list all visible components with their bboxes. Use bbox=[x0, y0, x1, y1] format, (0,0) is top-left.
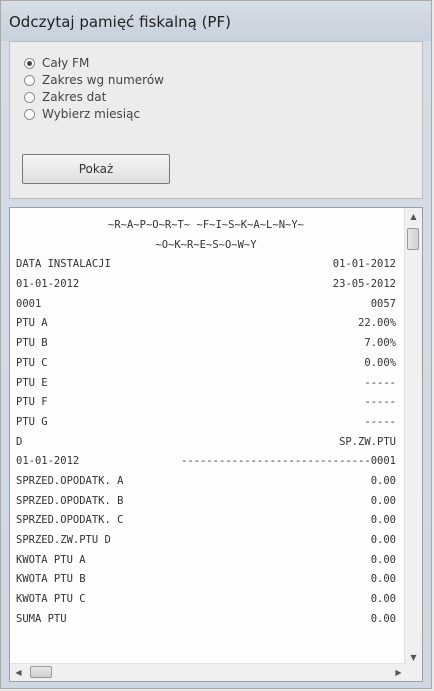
options-panel: Cały FM Zakres wg numerów Zakres dat Wyb… bbox=[9, 41, 423, 199]
report-row: SPRZED.ZW.PTU D 0.00 bbox=[16, 531, 396, 551]
report-row-left: SPRZED.OPODATK. A bbox=[16, 474, 124, 487]
report-row-left: 0001 bbox=[16, 297, 42, 310]
report-row: KWOTA PTU B 0.00 bbox=[16, 570, 396, 590]
radio-icon[interactable] bbox=[24, 91, 35, 103]
report-row-right: ----- bbox=[364, 396, 396, 409]
report-row: SPRZED.OPODATK. B 0.00 bbox=[16, 492, 396, 512]
report-header-1: ~R~A~P~O~R~T~ ~F~I~S~K~A~L~N~Y~ bbox=[108, 219, 304, 231]
report-row-left: PTU A bbox=[16, 317, 48, 330]
report-row: SPRZED.OPODATK. C 0.00 bbox=[16, 511, 396, 531]
scroll-corner bbox=[405, 664, 422, 681]
option-wybierz-miesiac[interactable]: Wybierz miesiąc bbox=[24, 105, 140, 123]
report-row-left: KWOTA PTU C bbox=[16, 593, 86, 606]
report-row-left: KWOTA PTU B bbox=[16, 573, 86, 586]
report-row: 0001 0057 bbox=[16, 295, 396, 315]
report-row-left: PTU B bbox=[16, 337, 48, 350]
report-row-right: 0.00 bbox=[370, 474, 396, 487]
show-button[interactable]: Pokaż bbox=[22, 154, 170, 184]
report-row-right: 0057 bbox=[370, 297, 396, 310]
report-row-right: SP.ZW.PTU bbox=[339, 435, 396, 448]
report-row: 01-01-2012 ------------------------------… bbox=[16, 452, 396, 472]
report-row-left: 01-01-2012 bbox=[16, 278, 80, 291]
report-row: PTU C 0.00% bbox=[16, 354, 396, 374]
option-zakres-wg-numerow[interactable]: Zakres wg numerów bbox=[24, 71, 164, 89]
report-row: SUMA PTU 0.00 bbox=[16, 610, 396, 630]
report-row-left: PTU F bbox=[16, 396, 48, 409]
report-row-right: 0.00 bbox=[370, 514, 396, 527]
report-row-right: 0.00 bbox=[370, 612, 396, 625]
report-row-right: 22.00% bbox=[358, 317, 396, 330]
report-row-right: 01-01-2012 bbox=[332, 258, 396, 271]
report-row-right: 0.00 bbox=[370, 553, 396, 566]
report-row: PTU A 22.00% bbox=[16, 314, 396, 334]
report-row: DATA INSTALACJI 01-01-2012 bbox=[16, 255, 396, 275]
report-row-left: SPRZED.OPODATK. C bbox=[16, 514, 124, 527]
arrow-left-icon[interactable]: ◀ bbox=[10, 664, 27, 681]
report-row-right: 7.00% bbox=[364, 337, 396, 350]
fiscal-memory-window: Odczytaj pamięć fiskalną (PF) Cały FM Za… bbox=[0, 0, 432, 689]
report-row-left: PTU G bbox=[16, 415, 48, 428]
report-row-right: 0.00 bbox=[370, 593, 396, 606]
report-header-line: ~R~A~P~O~R~T~ ~F~I~S~K~A~L~N~Y~ bbox=[16, 216, 396, 236]
option-caly-fm[interactable]: Cały FM bbox=[24, 54, 89, 72]
report-row: PTU G ----- bbox=[16, 413, 396, 433]
report-row-right: ------------------------------0001 bbox=[181, 455, 396, 468]
report-view[interactable]: ~R~A~P~O~R~T~ ~F~I~S~K~A~L~N~Y~ ~O~K~R~E… bbox=[9, 207, 423, 682]
option-label: Zakres dat bbox=[42, 90, 107, 104]
report-row-right: 0.00 bbox=[370, 494, 396, 507]
report-row: D SP.ZW.PTU bbox=[16, 433, 396, 453]
vertical-scroll-thumb[interactable] bbox=[407, 228, 419, 250]
report-row-right: 0.00 bbox=[370, 573, 396, 586]
report-row-left: 01-01-2012 bbox=[16, 455, 80, 468]
report-row-left: PTU E bbox=[16, 376, 48, 389]
report-row: PTU B 7.00% bbox=[16, 334, 396, 354]
report-row-left: D bbox=[16, 435, 23, 448]
option-label: Wybierz miesiąc bbox=[42, 107, 141, 121]
vertical-scrollbar[interactable]: ▲ ▼ bbox=[404, 208, 422, 666]
report-row: KWOTA PTU A 0.00 bbox=[16, 551, 396, 571]
radio-icon[interactable] bbox=[24, 74, 35, 86]
report-row-left: KWOTA PTU A bbox=[16, 553, 86, 566]
horizontal-scrollbar[interactable]: ◀ ▶ bbox=[10, 663, 407, 681]
report-text: ~R~A~P~O~R~T~ ~F~I~S~K~A~L~N~Y~ ~O~K~R~E… bbox=[16, 216, 396, 629]
report-row-right: ----- bbox=[364, 376, 396, 389]
radio-icon[interactable] bbox=[24, 108, 35, 120]
arrow-up-icon[interactable]: ▲ bbox=[405, 208, 422, 225]
report-row-left: SPRZED.OPODATK. B bbox=[16, 494, 124, 507]
option-zakres-dat[interactable]: Zakres dat bbox=[24, 88, 106, 106]
report-row: 01-01-2012 23-05-2012 bbox=[16, 275, 396, 295]
report-row-left: SUMA PTU bbox=[16, 612, 67, 625]
report-row-left: PTU C bbox=[16, 356, 48, 369]
horizontal-scroll-thumb[interactable] bbox=[30, 666, 52, 678]
report-header-2: ~O~K~R~E~S~O~W~Y bbox=[155, 238, 257, 251]
report-row-right: 0.00 bbox=[370, 534, 396, 546]
option-label: Zakres wg numerów bbox=[42, 73, 164, 87]
report-row: PTU F ----- bbox=[16, 393, 396, 413]
report-row-right: 23-05-2012 bbox=[332, 278, 396, 291]
radio-checked-icon[interactable] bbox=[24, 57, 35, 69]
report-row: SPRZED.OPODATK. A 0.00 bbox=[16, 472, 396, 492]
report-row-right: 0.00% bbox=[364, 356, 396, 369]
report-row: KWOTA PTU C 0.00 bbox=[16, 590, 396, 610]
title-bar: Odczytaj pamięć fiskalną (PF) bbox=[1, 1, 431, 41]
report-row-right: ----- bbox=[364, 415, 396, 428]
window-title: Odczytaj pamięć fiskalną (PF) bbox=[9, 13, 231, 31]
report-row-left: SPRZED.ZW.PTU D bbox=[16, 534, 111, 546]
report-header-line: ~O~K~R~E~S~O~W~Y bbox=[16, 236, 396, 256]
report-row-left: DATA INSTALACJI bbox=[16, 258, 111, 271]
option-label: Cały FM bbox=[42, 56, 90, 70]
report-row: PTU E ----- bbox=[16, 374, 396, 394]
